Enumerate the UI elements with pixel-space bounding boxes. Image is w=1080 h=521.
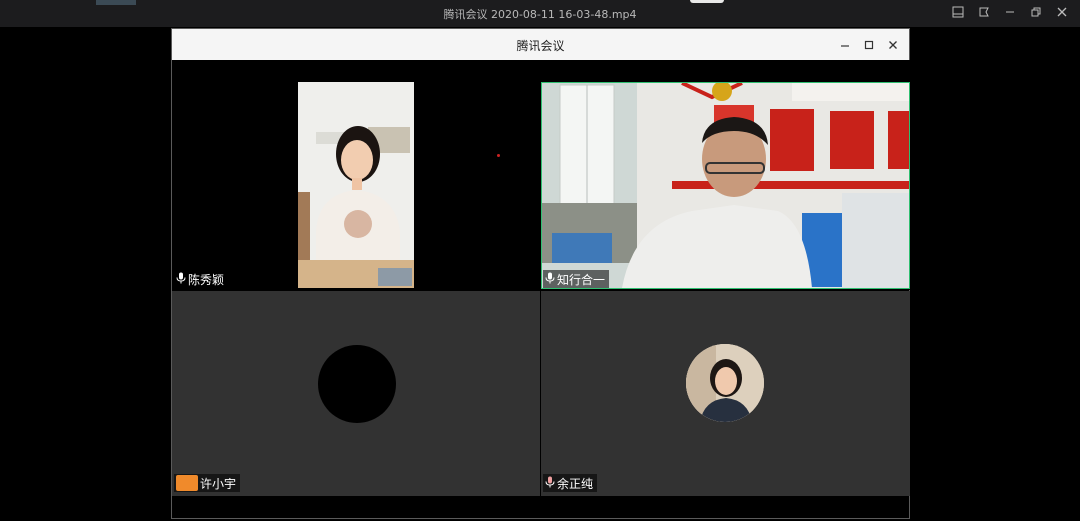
- recording-dot: [497, 154, 500, 157]
- maximize-icon[interactable]: [861, 37, 877, 53]
- participant-name: 陈秀颖: [188, 272, 225, 287]
- meeting-bottom-strip: [172, 496, 909, 518]
- microphone-icon: [545, 476, 555, 491]
- meeting-window: 腾讯会议 陈秀颖 知行合一 许小宇 余正纯: [171, 28, 910, 519]
- player-view-icon[interactable]: [950, 4, 966, 20]
- participant-name-tag: 余正纯: [543, 474, 598, 492]
- microphone-icon: [545, 272, 555, 287]
- participant-name-tag: 陈秀颖: [174, 270, 229, 288]
- meeting-window-controls: [837, 37, 901, 53]
- participant-name-tag: 许小宇: [174, 474, 241, 492]
- player-pin-icon[interactable]: [976, 4, 992, 20]
- player-minimize-icon[interactable]: [1002, 4, 1018, 20]
- meeting-title-bar: 腾讯会议: [172, 29, 909, 60]
- video-tile-participant-3[interactable]: 许小宇: [172, 291, 540, 496]
- close-icon[interactable]: [885, 37, 901, 53]
- minimize-icon[interactable]: [837, 37, 853, 53]
- player-close-icon[interactable]: [1054, 4, 1070, 20]
- participant-name: 知行合一: [557, 272, 606, 287]
- microphone-icon: [176, 272, 186, 287]
- participant-avatar: [686, 344, 764, 422]
- participant-name-tag: 知行合一: [543, 270, 610, 288]
- player-file-title: 腾讯会议 2020-08-11 16-03-48.mp4: [443, 8, 637, 21]
- participant-video-feed: [298, 82, 414, 288]
- meeting-window-title: 腾讯会议: [516, 39, 565, 53]
- participant-avatar: [318, 345, 396, 423]
- player-restore-icon[interactable]: [1028, 4, 1044, 20]
- player-window-controls: [950, 4, 1070, 20]
- avatar-badge-icon: [176, 475, 198, 491]
- video-tile-participant-4[interactable]: 余正纯: [541, 291, 910, 496]
- player-indicator: [690, 0, 724, 3]
- player-title-bar: 腾讯会议 2020-08-11 16-03-48.mp4: [0, 0, 1080, 27]
- video-tile-participant-1[interactable]: 陈秀颖: [172, 60, 540, 290]
- participant-name: 余正纯: [557, 476, 594, 491]
- video-tile-participant-2[interactable]: 知行合一: [541, 60, 910, 290]
- participant-video-feed: [541, 81, 910, 289]
- participant-name: 许小宇: [200, 476, 237, 491]
- player-thumbnail: [96, 0, 136, 5]
